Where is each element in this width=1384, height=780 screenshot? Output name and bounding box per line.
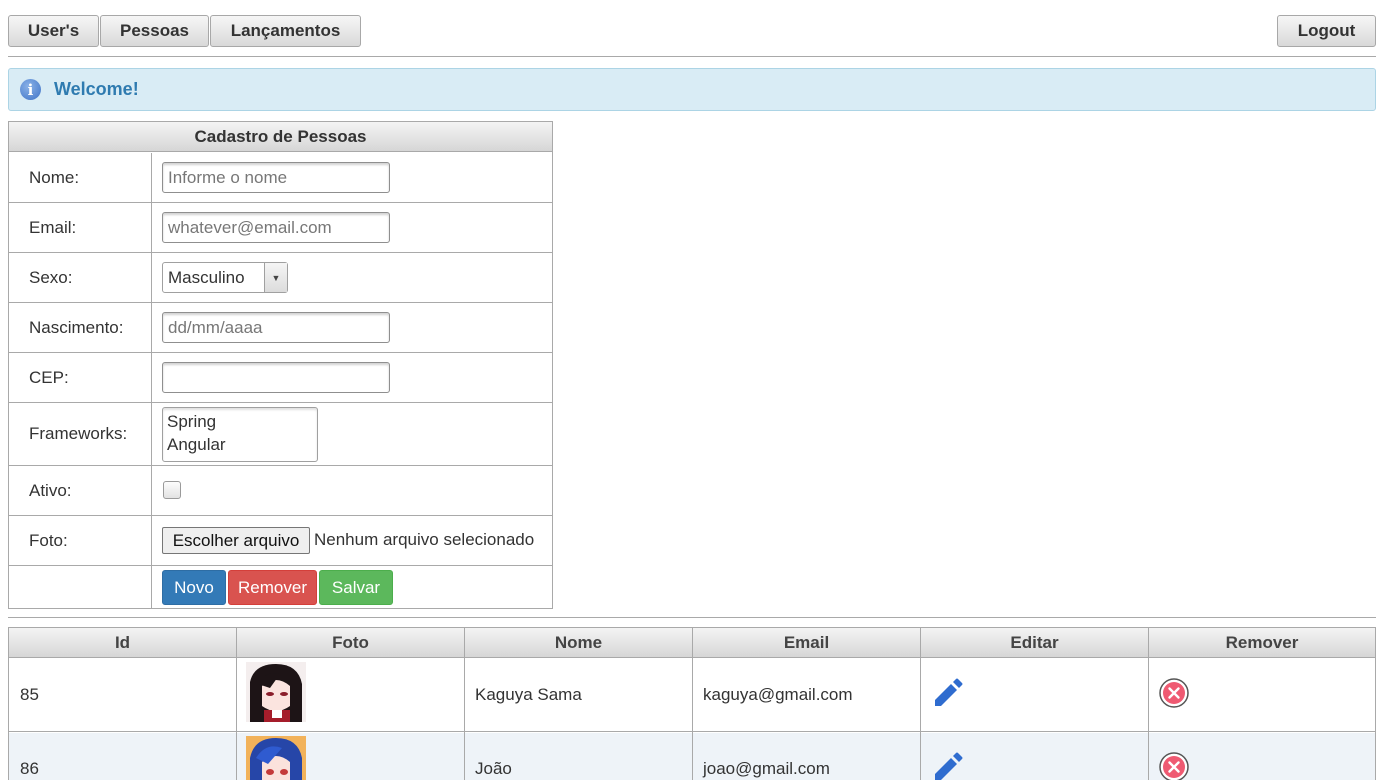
frameworks-listbox[interactable]: Spring Angular <box>162 407 318 462</box>
ativo-label: Ativo: <box>29 481 72 500</box>
column-divider <box>151 466 152 515</box>
header-editar[interactable]: Editar <box>921 628 1148 658</box>
people-table: Id Foto Nome Email Editar Remover 85 Kag… <box>8 627 1376 780</box>
logout-button[interactable]: Logout <box>1277 15 1376 47</box>
form-row-nascimento: Nascimento: <box>9 303 552 353</box>
framework-option-angular[interactable]: Angular <box>167 433 313 456</box>
nascimento-label: Nascimento: <box>29 318 124 337</box>
pessoas-button[interactable]: Pessoas <box>100 15 209 47</box>
form-row-ativo: Ativo: <box>9 466 552 516</box>
edit-icon[interactable] <box>931 676 963 708</box>
remove-icon[interactable] <box>1159 752 1189 780</box>
cep-input[interactable] <box>162 362 390 393</box>
sexo-selected-value: Masculino <box>168 268 245 287</box>
person-form: Cadastro de Pessoas Nome: Email: Sexo: M… <box>8 121 553 609</box>
header-foto[interactable]: Foto <box>237 628 464 658</box>
lancamentos-button[interactable]: Lançamentos <box>210 15 361 47</box>
novo-button[interactable]: Novo <box>162 570 226 605</box>
form-title: Cadastro de Pessoas <box>9 122 552 152</box>
header-remover[interactable]: Remover <box>1149 628 1375 658</box>
sexo-select[interactable]: Masculino ▼ <box>162 262 288 293</box>
column-divider <box>151 566 152 608</box>
column-divider <box>464 628 465 780</box>
nome-label: Nome: <box>29 168 80 187</box>
cell-email: joao@gmail.com <box>703 759 830 778</box>
column-divider <box>151 253 152 302</box>
nav-divider <box>8 56 1376 57</box>
avatar <box>246 736 306 780</box>
nascimento-input[interactable] <box>162 312 390 343</box>
cell-id: 86 <box>20 759 39 778</box>
sexo-label: Sexo: <box>29 268 73 287</box>
form-row-cep: CEP: <box>9 353 552 403</box>
column-divider <box>151 516 152 565</box>
nome-input[interactable] <box>162 162 390 193</box>
column-divider <box>692 628 693 780</box>
form-row-frameworks: Frameworks: Spring Angular <box>9 403 552 466</box>
cell-id: 85 <box>20 685 39 704</box>
file-status-text: Nenhum arquivo selecionado <box>314 530 535 549</box>
chevron-down-icon[interactable]: ▼ <box>264 263 287 292</box>
ativo-checkbox[interactable] <box>163 481 181 499</box>
frameworks-label: Frameworks: <box>29 424 128 443</box>
welcome-message: i Welcome! <box>8 68 1376 111</box>
salvar-button[interactable]: Salvar <box>319 570 393 605</box>
choose-file-button[interactable]: Escolher arquivo <box>162 527 310 554</box>
info-icon: i <box>20 79 41 100</box>
welcome-text: Welcome! <box>54 79 139 99</box>
avatar <box>246 662 306 722</box>
column-divider <box>151 303 152 352</box>
users-button[interactable]: User's <box>8 15 99 47</box>
form-divider <box>8 617 1376 618</box>
cell-nome: João <box>475 759 512 778</box>
form-row-foto: Foto: Escolher arquivo Nenhum arquivo se… <box>9 516 552 566</box>
header-id[interactable]: Id <box>9 628 236 658</box>
email-label: Email: <box>29 218 77 237</box>
form-row-email: Email: <box>9 203 552 253</box>
cell-email: kaguya@gmail.com <box>703 685 853 704</box>
remover-button[interactable]: Remover <box>228 570 317 605</box>
column-divider <box>151 153 152 202</box>
email-input[interactable] <box>162 212 390 243</box>
column-divider <box>151 353 152 402</box>
form-row-sexo: Sexo: Masculino ▼ <box>9 253 552 303</box>
header-email[interactable]: Email <box>693 628 920 658</box>
cell-nome: Kaguya Sama <box>475 685 582 704</box>
header-nome[interactable]: Nome <box>465 628 692 658</box>
column-divider <box>151 203 152 252</box>
form-row-nome: Nome: <box>9 153 552 203</box>
remove-icon[interactable] <box>1159 678 1189 708</box>
column-divider <box>236 628 237 780</box>
column-divider <box>151 403 152 465</box>
column-divider <box>1148 628 1149 780</box>
column-divider <box>920 628 921 780</box>
cep-label: CEP: <box>29 368 69 387</box>
framework-option-spring[interactable]: Spring <box>167 410 313 433</box>
foto-label: Foto: <box>29 531 68 550</box>
form-row-actions: Novo Remover Salvar <box>9 566 552 608</box>
edit-icon[interactable] <box>931 750 963 780</box>
